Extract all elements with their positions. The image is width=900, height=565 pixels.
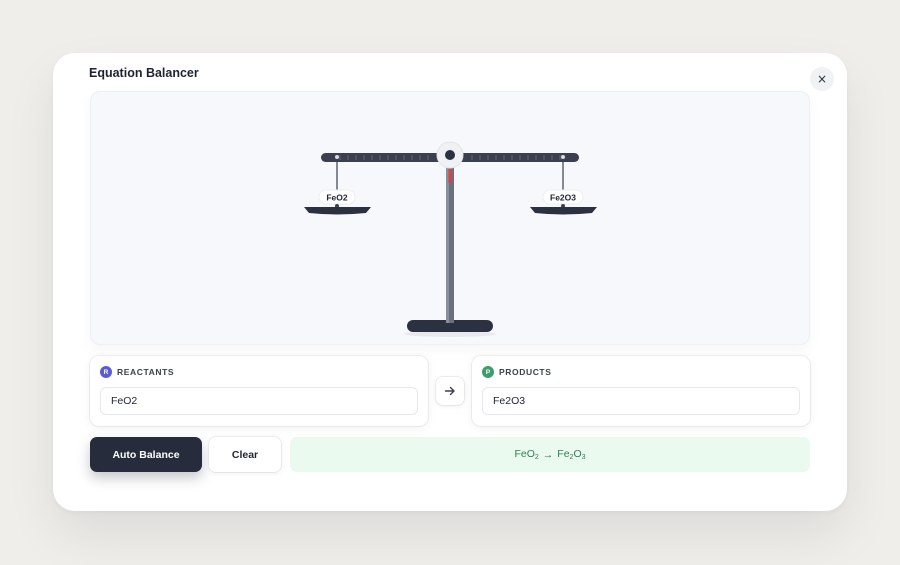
swap-arrow-button[interactable]	[436, 377, 464, 405]
result-arrow: →	[542, 448, 554, 461]
right-pan-label: Fe2O3	[550, 193, 576, 203]
balance-scale-stage: FeO2 Fe2O3	[90, 91, 810, 345]
reactants-badge: R	[100, 366, 112, 378]
scale-pivot	[445, 150, 455, 160]
products-card: P PRODUCTS	[472, 356, 810, 426]
balance-scale: FeO2 Fe2O3	[304, 141, 597, 337]
products-badge: P	[482, 366, 494, 378]
clear-button[interactable]: Clear	[209, 437, 281, 472]
balanced-equation-result: FeO2 → Fe2O3	[290, 437, 810, 472]
modal-title: Equation Balancer	[89, 66, 199, 80]
right-pan	[530, 207, 597, 215]
reactants-card: R REACTANTS	[90, 356, 428, 426]
products-input[interactable]	[482, 387, 800, 415]
reactants-input[interactable]	[100, 387, 418, 415]
close-button[interactable]: ×	[810, 67, 834, 91]
left-pan-label: FeO2	[326, 193, 348, 203]
equation-balancer-modal: Equation Balancer × FeO2 Fe2O3 R REACTAN…	[53, 53, 847, 511]
arrow-right-icon	[444, 386, 455, 396]
reactants-label: REACTANTS	[117, 367, 175, 377]
products-label: PRODUCTS	[499, 367, 552, 377]
close-icon: ×	[816, 72, 828, 86]
result-product: Fe2O3	[557, 448, 586, 461]
auto-balance-button[interactable]: Auto Balance	[90, 437, 202, 472]
result-reactant: FeO2	[514, 448, 539, 461]
left-pan	[304, 207, 371, 215]
